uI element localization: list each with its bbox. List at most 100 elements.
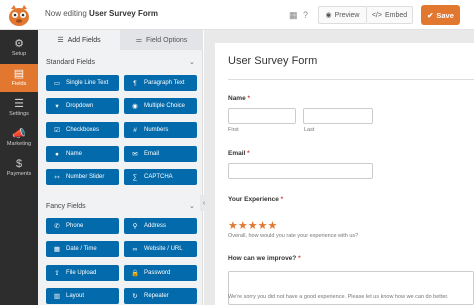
preview-button[interactable]: ◉ Preview [318,6,367,24]
improve-label-text: How can we improve? [228,255,297,262]
chevron-down-icon[interactable]: ⌄ [189,202,195,210]
star-icon[interactable]: ★ [238,220,248,232]
field-button-email[interactable]: ✉ Email [124,146,197,162]
collapse-panel-handle[interactable]: ‹ [200,195,208,211]
help-icon[interactable]: ? [303,9,308,21]
field-button-multiple-choice[interactable]: ◉ Multiple Choice [124,98,197,114]
email-label-text: Email [228,150,246,157]
sliders-icon: ☰ [14,98,24,110]
form-title[interactable]: User Survey Form [228,55,317,67]
field-label: Checkboxes [66,127,100,133]
field-label: Paragraph Text [144,80,185,86]
calendar-icon: ▦ [53,246,61,253]
field-label: Single Line Text [66,80,109,86]
experience-hint: Overall, how would you rate your experie… [228,233,359,239]
field-button-paragraph-text[interactable]: ¶ Paragraph Text [124,75,197,91]
field-label: Password [144,270,171,276]
field-button-single-line-text[interactable]: ▭ Single Line Text [46,75,119,91]
field-label: Website / URL [144,246,183,252]
field-button-layout[interactable]: ▥ Layout [46,288,119,304]
tab-add-fields[interactable]: ☰ Add Fields [38,30,120,50]
nav-item-settings[interactable]: ☰ Settings [0,94,38,122]
grid-icon[interactable]: ▦ [289,9,298,21]
form-name: User Survey Form [89,9,158,18]
field-button-phone[interactable]: ✆ Phone [46,218,119,234]
nav-label: Fields [11,81,27,87]
check-icon: ✔ [427,10,434,20]
logo-icon [9,5,29,26]
list-icon: ☰ [57,37,64,44]
fancy-fields-heading[interactable]: Fancy Fields [46,203,86,210]
nav-label: Marketing [6,141,32,147]
hash-icon: # [133,126,137,134]
form-preview: User Survey Form Name * First Last Email… [204,30,474,305]
field-button-password[interactable]: 🔒 Password [124,265,197,281]
field-label: Multiple Choice [144,103,186,109]
rating-stars[interactable]: ★★★★★ [228,219,277,232]
field-button-captcha[interactable]: ∑ CAPTCHA [124,169,197,185]
user-icon: ● [55,150,59,158]
email-field-label[interactable]: Email * [228,150,250,157]
field-button-dropdown[interactable]: ▾ Dropdown [46,98,119,114]
field-label: File Upload [66,270,97,276]
field-label: Address [144,223,167,229]
embed-label: Embed [384,11,408,19]
star-icon[interactable]: ★ [268,220,278,232]
nav-item-payments[interactable]: $ Payments [0,154,38,182]
left-nav: ⚙ Setup ▤ Fields ☰ Settings 📣 Marketing … [0,30,38,305]
last-name-input[interactable] [303,108,373,124]
fields-icon: ▤ [13,68,25,80]
required-marker: * [298,255,301,262]
experience-label-text: Your Experience [228,196,279,203]
field-label: Number Slider [66,174,105,180]
nav-item-setup[interactable]: ⚙ Setup [0,34,38,62]
radio-icon: ◉ [132,103,138,110]
save-button[interactable]: ✔ Save [421,5,460,25]
nav-item-marketing[interactable]: 📣 Marketing [0,124,38,152]
tab-label: Field Options [146,36,188,44]
save-label: Save [436,10,454,20]
first-sublabel: First [228,127,239,133]
email-input[interactable] [228,163,373,179]
experience-field-label[interactable]: Your Experience * [228,196,283,203]
field-label: Repeater [144,293,169,299]
standard-fields-heading[interactable]: Standard Fields [46,59,95,66]
nav-label: Settings [9,111,29,117]
megaphone-icon: 📣 [12,128,26,140]
nav-item-fields[interactable]: ▤ Fields [0,64,38,92]
nav-label: Payments [6,171,32,177]
sliders-icon: ⚌ [135,37,143,44]
field-button-numbers[interactable]: # Numbers [124,122,197,138]
field-button-repeater[interactable]: ↻ Repeater [124,288,197,304]
field-label: Numbers [144,127,169,133]
field-button-checkboxes[interactable]: ☑ Checkboxes [46,122,119,138]
paragraph-icon: ¶ [133,79,137,87]
chevron-down-icon[interactable]: ⌄ [189,58,195,66]
required-marker: * [247,150,250,157]
dollar-icon: $ [15,158,23,170]
field-button-website-url[interactable]: ∞ Website / URL [124,241,197,257]
star-icon[interactable]: ★ [258,220,268,232]
embed-button[interactable]: </> Embed [367,6,413,24]
star-icon[interactable]: ★ [228,220,238,232]
field-button-name[interactable]: ● Name [46,146,119,162]
first-name-input[interactable] [228,108,296,124]
field-button-date-time[interactable]: ▦ Date / Time [46,241,119,257]
code-icon: </> [371,11,382,19]
field-button-file-upload[interactable]: ⇪ File Upload [46,265,119,281]
required-marker: * [280,196,284,203]
field-label: Name [66,151,83,157]
link-icon: ∞ [132,245,138,253]
tab-field-options[interactable]: ⚌ Field Options [120,30,203,50]
columns-icon: ▥ [53,293,61,300]
checkbox-icon: ☑ [54,127,60,134]
improve-field-label[interactable]: How can we improve? * [228,255,301,262]
fields-panel: ☰ Add Fields ⚌ Field Options Standard Fi… [38,30,203,305]
lock-icon: 🔒 [131,270,140,277]
field-button-number-slider[interactable]: ⇿ Number Slider [46,169,119,185]
field-label: Dropdown [66,103,94,109]
star-icon[interactable]: ★ [248,220,258,232]
repeat-icon: ↻ [132,293,138,300]
field-button-address[interactable]: ⚲ Address [124,218,197,234]
name-field-label[interactable]: Name * [228,95,250,102]
